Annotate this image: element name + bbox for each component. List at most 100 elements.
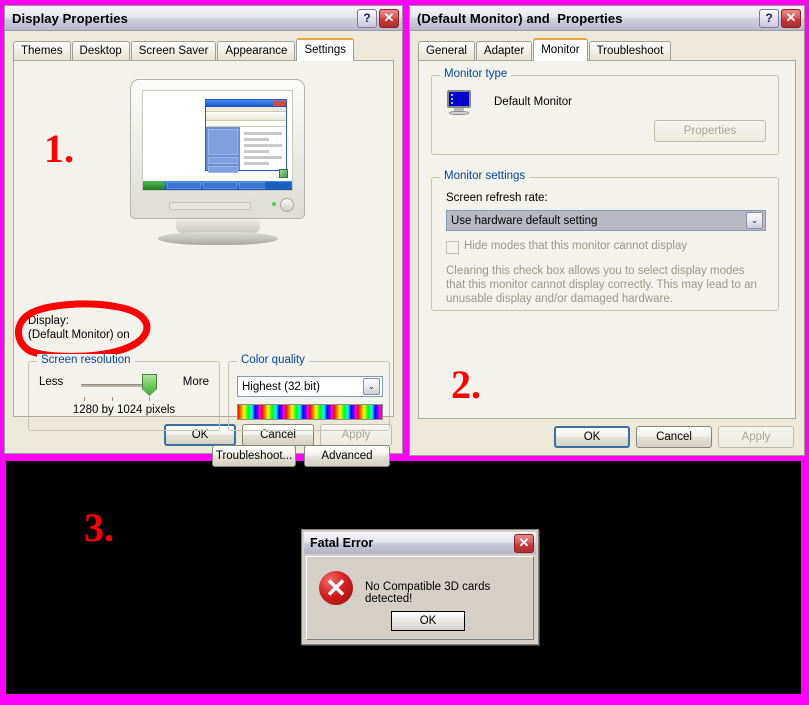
refresh-rate-label: Screen refresh rate: [446, 192, 548, 204]
preview-window-titlebar [206, 100, 286, 107]
monitor-power-button [280, 198, 294, 212]
preview-row [244, 156, 282, 159]
color-quality-value: Highest (32 bit) [238, 380, 363, 393]
settings-tab-panel: 1. Display: (Default Monitor) on Screen … [13, 60, 394, 467]
tab-general[interactable]: General [418, 41, 475, 60]
preview-pane-box [208, 129, 238, 155]
apply-button: Apply [718, 426, 794, 448]
close-icon[interactable]: ✕ [379, 8, 399, 28]
monitor-icon [446, 90, 472, 115]
preview-explorer-window [205, 99, 287, 173]
monitor-tab-panel: Monitor type Default Monitor Properties … [418, 60, 796, 419]
display-properties-titlebar[interactable]: Display Properties ? ✕ [5, 6, 402, 31]
preview-pane-box [208, 157, 238, 164]
resolution-value: 1280 by 1024 pixels [72, 404, 176, 416]
monitor-properties-titlebar[interactable]: (Default Monitor) and Properties ? ✕ [410, 6, 804, 31]
monitor-settings-group: Monitor settings Screen refresh rate: Us… [431, 170, 779, 311]
resolution-less-label: Less [39, 376, 64, 388]
tab-desktop[interactable]: Desktop [71, 41, 130, 60]
annotation-step-3: 3. [84, 505, 114, 550]
annotation-step-2: 2. [451, 362, 481, 407]
monitor-properties-window[interactable]: (Default Monitor) and Properties ? ✕ Gen… [409, 5, 805, 456]
help-icon[interactable]: ? [759, 8, 779, 28]
refresh-rate-dropdown[interactable]: Use hardware default setting ⌄ [446, 210, 766, 231]
display-label: Display: [28, 315, 69, 327]
tab-adapter[interactable]: Adapter [475, 41, 533, 60]
tab-screen-saver[interactable]: Screen Saver [130, 41, 217, 60]
screen-resolution-group: Screen resolution Less More 1280 by 1024… [28, 354, 220, 431]
monitor-icon-pixel [451, 94, 453, 96]
monitor-properties-button-row: OK Cancel Apply [410, 419, 804, 455]
hide-modes-label: Hide modes that this monitor cannot disp… [464, 240, 688, 252]
monitor-properties-button: Properties [654, 120, 766, 142]
monitor-preview-image [120, 79, 315, 254]
preview-row [244, 138, 270, 141]
slider-tick [112, 397, 113, 401]
tab-appearance[interactable]: Appearance [217, 41, 296, 60]
preview-row [244, 162, 270, 165]
preview-window-body [206, 127, 286, 173]
monitor-type-group: Monitor type Default Monitor Properties [431, 68, 779, 155]
display-properties-tabstrip[interactable]: Themes Desktop Screen Saver Appearance S… [5, 37, 402, 61]
tab-themes[interactable]: Themes [13, 41, 71, 60]
fatal-error-titlebar[interactable]: Fatal Error ✕ [304, 532, 536, 554]
preview-pane-box [208, 166, 238, 173]
monitor-icon-screen [447, 90, 471, 108]
close-icon[interactable]: ✕ [514, 533, 534, 553]
preview-taskbar-item [203, 182, 237, 189]
chevron-down-icon[interactable]: ⌄ [363, 378, 380, 395]
monitor-icon-pixel [451, 98, 453, 100]
preview-row [244, 144, 282, 147]
tab-troubleshoot[interactable]: Troubleshoot [588, 41, 672, 60]
hide-modes-checkbox-row: Hide modes that this monitor cannot disp… [446, 240, 687, 254]
preview-task-pane [206, 127, 240, 173]
ok-button[interactable]: OK [554, 426, 630, 448]
error-x-icon: ✕ [319, 571, 353, 605]
refresh-rate-value: Use hardware default setting [447, 214, 746, 227]
display-properties-title: Display Properties [12, 10, 128, 26]
fatal-error-dialog[interactable]: Fatal Error ✕ ✕ No Compatible 3D cards d… [301, 529, 539, 645]
monitor-icon-pixel [451, 102, 453, 104]
preview-row [244, 150, 270, 153]
annotation-step-1: 1. [44, 126, 74, 171]
display-properties-titlebar-buttons: ? ✕ [357, 8, 399, 28]
tab-monitor[interactable]: Monitor [533, 38, 588, 61]
preview-taskbar [143, 181, 292, 190]
tab-settings[interactable]: Settings [296, 38, 355, 61]
monitor-type-name: Default Monitor [494, 96, 572, 108]
color-quality-group: Color quality Highest (32 bit) ⌄ [228, 354, 390, 431]
hide-modes-checkbox [446, 241, 459, 254]
troubleshoot-button[interactable]: Troubleshoot... [212, 445, 296, 467]
fatal-error-body: ✕ No Compatible 3D cards detected! OK [306, 556, 534, 640]
screen-resolution-label: Screen resolution [37, 354, 135, 366]
close-icon[interactable]: ✕ [781, 8, 801, 28]
cancel-button[interactable]: Cancel [636, 426, 712, 448]
fatal-error-ok-button[interactable]: OK [391, 611, 465, 631]
monitor-power-led [272, 202, 276, 206]
monitor-type-label: Monitor type [440, 68, 512, 80]
preview-content-pane [240, 127, 286, 170]
frame-right-bar [801, 456, 809, 705]
color-quality-label: Color quality [237, 354, 309, 366]
preview-system-tray [265, 182, 291, 189]
monitor-properties-title: (Default Monitor) and Properties [417, 10, 623, 26]
fatal-error-message: No Compatible 3D cards detected! [365, 581, 491, 605]
help-icon[interactable]: ? [357, 8, 377, 28]
monitor-properties-titlebar-buttons: ? ✕ [759, 8, 801, 28]
preview-start-button [143, 181, 165, 190]
fatal-error-title: Fatal Error [310, 536, 374, 550]
preview-taskbar-item [167, 182, 201, 189]
chevron-down-icon[interactable]: ⌄ [746, 212, 763, 229]
color-quality-dropdown[interactable]: Highest (32 bit) ⌄ [237, 376, 383, 397]
monitor-settings-label: Monitor settings [440, 170, 530, 182]
resolution-slider-thumb[interactable] [142, 374, 157, 396]
monitor-bezel [130, 79, 305, 219]
preview-desktop-icon [279, 169, 288, 178]
monitor-icon-base [449, 111, 469, 115]
monitor-stand-base [158, 232, 278, 245]
display-properties-window[interactable]: Display Properties ? ✕ Themes Desktop Sc… [4, 5, 403, 467]
monitor-control-slot [169, 202, 251, 210]
monitor-properties-tabstrip[interactable]: General Adapter Monitor Troubleshoot [410, 37, 804, 61]
advanced-button[interactable]: Advanced [304, 445, 390, 467]
slider-tick [84, 397, 85, 401]
